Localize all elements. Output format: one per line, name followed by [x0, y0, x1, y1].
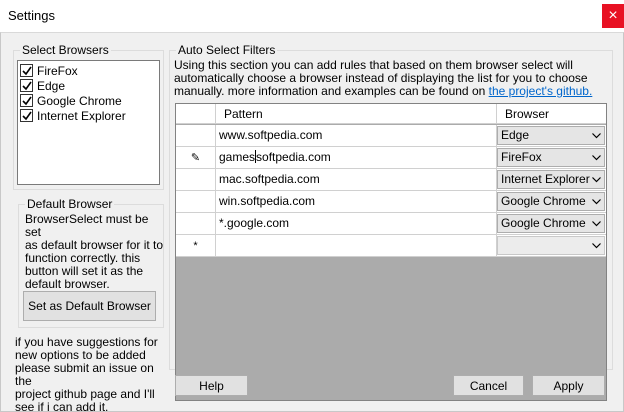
- ie-checkbox[interactable]: [20, 109, 33, 122]
- project-github-link[interactable]: the project's github.: [489, 84, 593, 98]
- browser-dropdown-value: Internet Explorer: [501, 172, 590, 186]
- auto-select-intro: Using this section you can add rules tha…: [174, 59, 604, 98]
- browser-dropdown-value: FireFox: [501, 150, 542, 164]
- apply-button[interactable]: Apply: [532, 375, 605, 396]
- check-icon: [21, 81, 32, 90]
- row-selector[interactable]: [176, 213, 216, 234]
- browser-checklist[interactable]: FireFox Edge Google Chrome Internet Expl…: [17, 60, 160, 185]
- chevron-down-icon[interactable]: [588, 171, 604, 188]
- row-selector[interactable]: [176, 169, 216, 190]
- browser-dropdown[interactable]: Google Chrome: [497, 214, 605, 233]
- pattern-cell-editing[interactable]: gamessoftpedia.com: [216, 147, 497, 168]
- description-line: BrowserSelect must be set: [25, 212, 149, 239]
- chevron-down-icon[interactable]: [588, 149, 604, 166]
- pattern-text-after-caret: softpedia.com: [256, 150, 331, 164]
- auto-select-legend: Auto Select Filters: [176, 43, 278, 57]
- chevron-down-icon[interactable]: [588, 215, 604, 232]
- intro-line-prefix: manually. more information and examples …: [174, 84, 489, 98]
- intro-line: manually. more information and examples …: [174, 85, 604, 98]
- pattern-cell[interactable]: www.softpedia.com: [216, 125, 497, 146]
- browser-dropdown[interactable]: Internet Explorer: [497, 170, 605, 189]
- settings-client-area: Select Browsers FireFox Edge Google Chro…: [0, 32, 624, 412]
- row-header-corner: [176, 104, 216, 124]
- suggestion-line: please submit an issue on the: [15, 361, 154, 388]
- title-bar: Settings ×: [0, 0, 624, 32]
- chrome-checkbox[interactable]: [20, 94, 33, 107]
- row-selector[interactable]: [176, 191, 216, 212]
- rules-grid[interactable]: Pattern Browser www.softpedia.com Edge ✎…: [175, 103, 607, 401]
- pattern-text-before-caret: games: [219, 150, 256, 164]
- set-default-browser-button[interactable]: Set as Default Browser: [23, 291, 156, 321]
- table-row[interactable]: ✎ gamessoftpedia.com FireFox: [176, 147, 606, 169]
- browser-dropdown[interactable]: Edge: [497, 126, 605, 145]
- browser-option-label: Google Chrome: [37, 93, 122, 108]
- edge-checkbox[interactable]: [20, 79, 33, 92]
- chevron-down-icon[interactable]: [588, 127, 604, 144]
- browser-dropdown[interactable]: [497, 236, 605, 255]
- browser-column-header[interactable]: Browser: [497, 104, 606, 124]
- pencil-icon: ✎: [190, 152, 201, 164]
- pattern-cell[interactable]: *.google.com: [216, 213, 497, 234]
- pattern-column-header[interactable]: Pattern: [216, 104, 497, 124]
- chevron-down-icon[interactable]: [588, 193, 604, 210]
- browser-dropdown-value: Google Chrome: [501, 194, 586, 208]
- new-row-marker[interactable]: *: [176, 235, 216, 256]
- browser-option-label: Edge: [37, 78, 66, 93]
- browser-option-label: Internet Explorer: [37, 108, 126, 123]
- chevron-down-icon[interactable]: [588, 237, 604, 254]
- close-button[interactable]: ×: [602, 4, 624, 28]
- suggestion-line: see if i can add it.: [15, 400, 109, 412]
- close-icon: ×: [608, 7, 618, 24]
- check-icon: [21, 96, 32, 105]
- pattern-cell[interactable]: [216, 235, 497, 256]
- browser-option-ie[interactable]: Internet Explorer: [20, 108, 157, 123]
- browser-dropdown[interactable]: Google Chrome: [497, 192, 605, 211]
- select-browsers-legend: Select Browsers: [20, 43, 111, 57]
- table-row[interactable]: *.google.com Google Chrome: [176, 213, 606, 235]
- window-title: Settings: [8, 8, 55, 23]
- pattern-cell[interactable]: mac.softpedia.com: [216, 169, 497, 190]
- browser-option-chrome[interactable]: Google Chrome: [20, 93, 157, 108]
- new-row[interactable]: *: [176, 235, 606, 257]
- cancel-button[interactable]: Cancel: [453, 375, 524, 396]
- row-selector[interactable]: [176, 125, 216, 146]
- default-browser-description: BrowserSelect must be set as default bro…: [25, 213, 165, 291]
- default-browser-legend: Default Browser: [25, 197, 115, 211]
- table-row[interactable]: www.softpedia.com Edge: [176, 125, 606, 147]
- pattern-cell[interactable]: win.softpedia.com: [216, 191, 497, 212]
- suggestions-text: if you have suggestions for new options …: [15, 336, 167, 412]
- row-selector[interactable]: ✎: [176, 147, 216, 168]
- browser-option-firefox[interactable]: FireFox: [20, 63, 157, 78]
- table-row[interactable]: win.softpedia.com Google Chrome: [176, 191, 606, 213]
- check-icon: [21, 66, 32, 75]
- browser-dropdown-value: Google Chrome: [501, 216, 586, 230]
- help-button[interactable]: Help: [175, 375, 248, 396]
- firefox-checkbox[interactable]: [20, 64, 33, 77]
- description-line: default browser.: [25, 277, 110, 291]
- check-icon: [21, 111, 32, 120]
- browser-dropdown-value: Edge: [501, 128, 530, 142]
- browser-option-edge[interactable]: Edge: [20, 78, 157, 93]
- browser-dropdown[interactable]: FireFox: [497, 148, 605, 167]
- table-row[interactable]: mac.softpedia.com Internet Explorer: [176, 169, 606, 191]
- grid-header: Pattern Browser: [176, 104, 606, 124]
- browser-option-label: FireFox: [37, 63, 78, 78]
